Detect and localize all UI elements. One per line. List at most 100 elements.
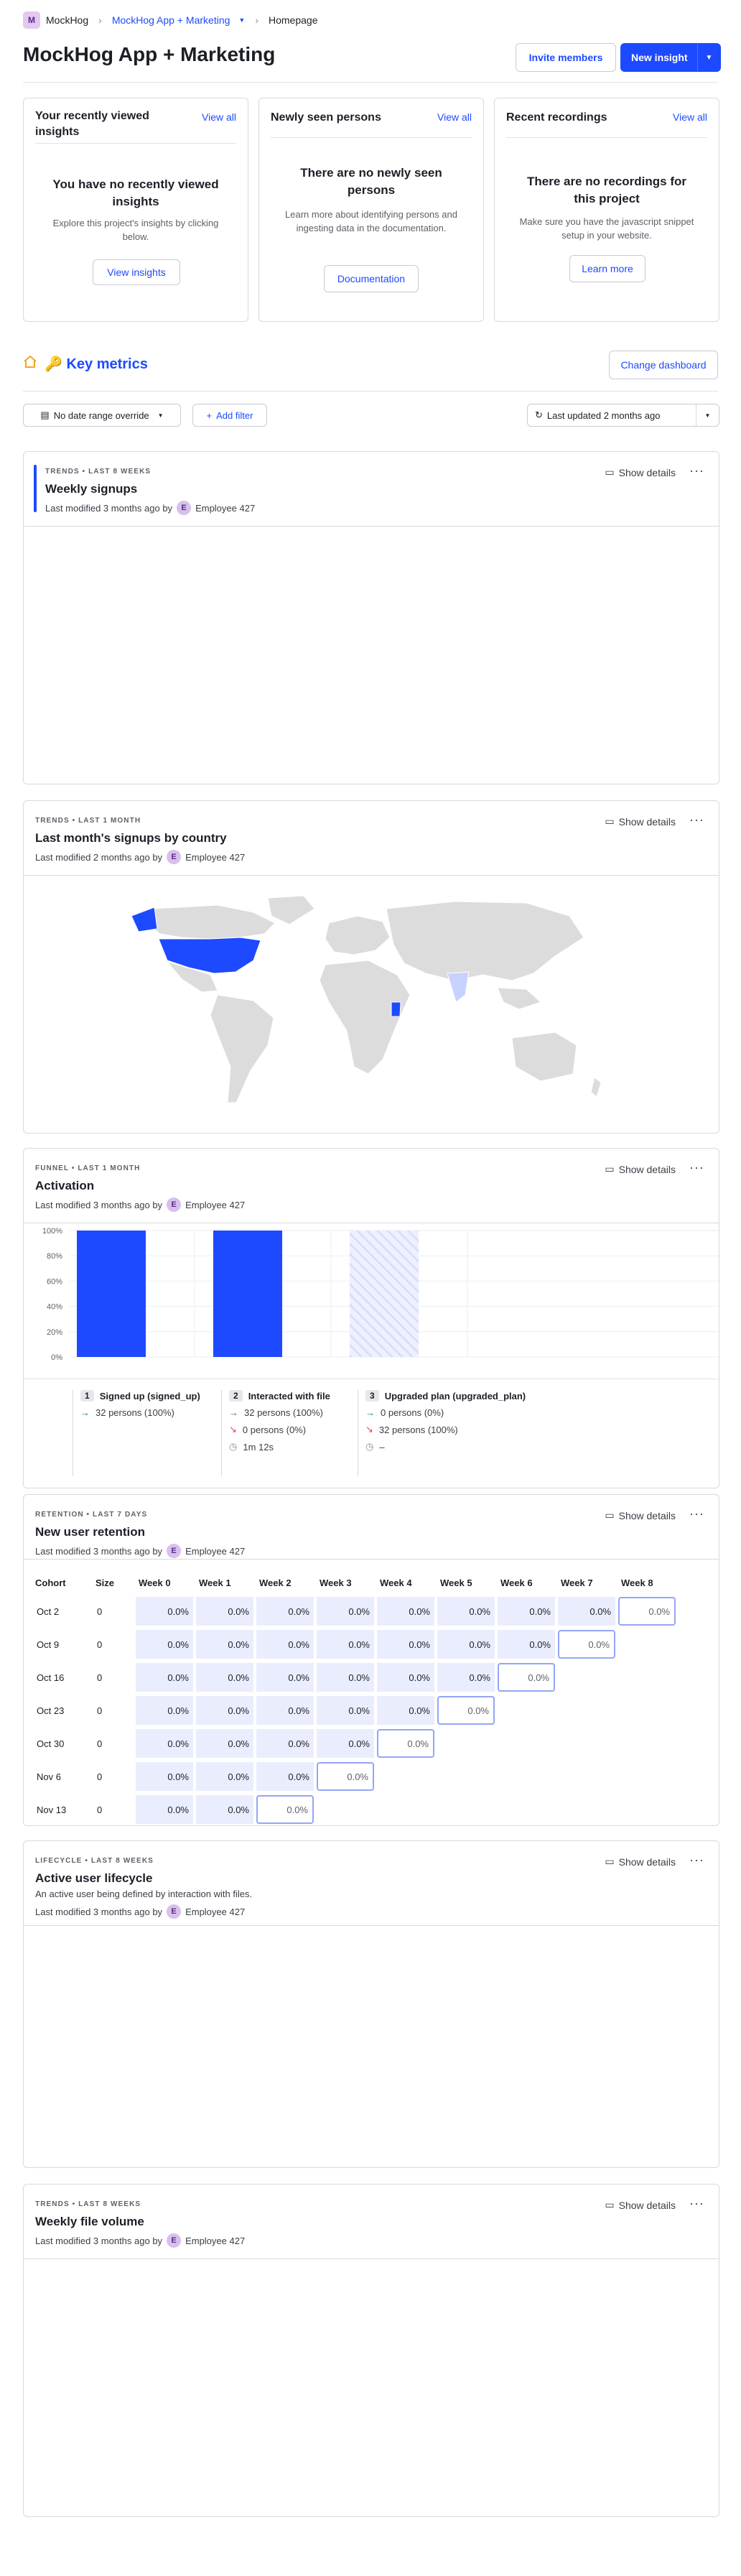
retention-cell[interactable]: 0.0% (437, 1696, 495, 1725)
table-row[interactable]: Oct 23 0 0.0% 0.0% 0.0% 0.0% 0.0% 0.0% (32, 1696, 676, 1725)
retention-cell[interactable]: 0.0% (437, 1597, 495, 1626)
retention-cell[interactable]: 0.0% (377, 1630, 434, 1659)
retention-cell[interactable]: 0.0% (136, 1597, 193, 1626)
dashboard-name[interactable]: 🔑 Key metrics (45, 355, 148, 373)
more-menu-icon[interactable]: ··· (689, 2196, 704, 2211)
converted-count[interactable]: 0 persons (0%) (381, 1407, 444, 1418)
retention-cell[interactable]: 0.0% (377, 1729, 434, 1758)
map-region-new-zealand[interactable] (590, 1077, 602, 1098)
view-all-link[interactable]: View all (437, 111, 472, 123)
retention-cell[interactable]: 0.0% (136, 1729, 193, 1758)
funnel-bar[interactable] (77, 1231, 146, 1357)
map-region-kenya[interactable] (391, 1001, 401, 1017)
table-row[interactable]: Nov 6 0 0.0% 0.0% 0.0% 0.0% (32, 1762, 676, 1791)
insight-name[interactable]: Weekly file volume (35, 2215, 144, 2229)
learn-more-button[interactable]: Learn more (569, 255, 646, 282)
add-filter-button[interactable]: + Add filter (192, 404, 267, 427)
insight-name[interactable]: Last month's signups by country (35, 831, 227, 845)
retention-cell[interactable]: 0.0% (317, 1762, 374, 1791)
map-region-asia[interactable] (386, 901, 584, 981)
table-row[interactable]: Oct 9 0 0.0% 0.0% 0.0% 0.0% 0.0% 0.0% 0.0% 0.0% (32, 1630, 676, 1659)
retention-cell[interactable]: 0.0% (317, 1729, 374, 1758)
dropped-count[interactable]: 0 persons (0%) (243, 1424, 306, 1435)
retention-cell[interactable]: 0.0% (437, 1630, 495, 1659)
new-insight-button[interactable]: New insight ▼ (620, 43, 721, 72)
caret-down-icon[interactable]: ▼ (696, 404, 719, 426)
breadcrumb-project[interactable]: MockHog App + Marketing (112, 14, 230, 26)
more-menu-icon[interactable]: ··· (689, 812, 704, 828)
retention-cell[interactable]: 0.0% (256, 1663, 314, 1692)
funnel-bar[interactable] (213, 1231, 282, 1357)
retention-cell[interactable]: 0.0% (317, 1630, 374, 1659)
caret-down-icon[interactable]: ▼ (238, 17, 245, 24)
show-details-button[interactable]: ▭ Show details (605, 1855, 676, 1868)
retention-cell[interactable]: 0.0% (256, 1762, 314, 1791)
retention-cell[interactable]: 0.0% (196, 1762, 253, 1791)
insight-name[interactable]: New user retention (35, 1525, 145, 1539)
insight-name[interactable]: Activation (35, 1179, 94, 1193)
show-details-button[interactable]: ▭ Show details (605, 466, 676, 478)
retention-cell[interactable]: 0.0% (256, 1795, 314, 1824)
retention-cell[interactable]: 0.0% (498, 1630, 555, 1659)
change-dashboard-button[interactable]: Change dashboard (609, 351, 718, 379)
show-details-button[interactable]: ▭ Show details (605, 2199, 676, 2211)
map-region-africa[interactable] (319, 960, 411, 1075)
retention-cell[interactable]: 0.0% (196, 1663, 253, 1692)
table-row[interactable]: Oct 2 0 0.0% 0.0% 0.0% 0.0% 0.0% 0.0% 0.0% 0.0% 0.… (32, 1597, 676, 1626)
date-range-select[interactable]: ▤ No date range override ▼ (23, 404, 181, 427)
more-menu-icon[interactable]: ··· (689, 1506, 704, 1521)
more-menu-icon[interactable]: ··· (689, 463, 704, 478)
map-region-india[interactable] (447, 971, 470, 1003)
table-row[interactable]: Oct 30 0 0.0% 0.0% 0.0% 0.0% 0.0% (32, 1729, 676, 1758)
retention-cell[interactable]: 0.0% (136, 1762, 193, 1791)
retention-cell[interactable]: 0.0% (196, 1729, 253, 1758)
org-avatar[interactable]: M (23, 11, 40, 29)
map-region-greenland[interactable] (267, 895, 315, 925)
view-all-link[interactable]: View all (202, 111, 236, 123)
caret-down-icon[interactable]: ▼ (697, 44, 720, 71)
retention-cell[interactable]: 0.0% (558, 1597, 615, 1626)
map-region-canada[interactable] (145, 904, 276, 940)
retention-cell[interactable]: 0.0% (498, 1663, 555, 1692)
retention-cell[interactable]: 0.0% (377, 1663, 434, 1692)
retention-cell[interactable]: 0.0% (377, 1696, 434, 1725)
map-region-alaska[interactable] (131, 907, 158, 932)
dropped-count[interactable]: 32 persons (100%) (379, 1424, 458, 1435)
retention-cell[interactable]: 0.0% (558, 1630, 615, 1659)
retention-cell[interactable]: 0.0% (618, 1597, 676, 1626)
map-region-se-asia[interactable] (497, 987, 541, 1010)
retention-cell[interactable]: 0.0% (136, 1696, 193, 1725)
insight-name[interactable]: Weekly signups (45, 482, 137, 496)
retention-cell[interactable]: 0.0% (256, 1729, 314, 1758)
table-row[interactable]: Oct 16 0 0.0% 0.0% 0.0% 0.0% 0.0% 0.0% 0.0% (32, 1663, 676, 1692)
retention-cell[interactable]: 0.0% (437, 1663, 495, 1692)
more-menu-icon[interactable]: ··· (689, 1160, 704, 1175)
converted-count[interactable]: 32 persons (100%) (244, 1407, 323, 1418)
insight-name[interactable]: Active user lifecycle (35, 1871, 152, 1886)
table-row[interactable]: Nov 13 0 0.0% 0.0% 0.0% (32, 1795, 676, 1824)
view-all-link[interactable]: View all (673, 111, 707, 123)
retention-cell[interactable]: 0.0% (377, 1597, 434, 1626)
breadcrumb-org[interactable]: MockHog (46, 14, 88, 26)
retention-cell[interactable]: 0.0% (136, 1663, 193, 1692)
view-insights-button[interactable]: View insights (93, 259, 180, 285)
map-region-australia[interactable] (511, 1032, 577, 1082)
more-menu-icon[interactable]: ··· (689, 1853, 704, 1868)
show-details-button[interactable]: ▭ Show details (605, 1509, 676, 1521)
show-details-button[interactable]: ▭ Show details (605, 1163, 676, 1175)
retention-cell[interactable]: 0.0% (136, 1795, 193, 1824)
retention-cell[interactable]: 0.0% (256, 1630, 314, 1659)
last-updated-button[interactable]: ↻ Last updated 2 months ago ▼ (527, 404, 719, 427)
retention-cell[interactable]: 0.0% (196, 1696, 253, 1725)
retention-cell[interactable]: 0.0% (196, 1630, 253, 1659)
retention-cell[interactable]: 0.0% (256, 1597, 314, 1626)
documentation-button[interactable]: Documentation (324, 265, 419, 292)
retention-cell[interactable]: 0.0% (196, 1597, 253, 1626)
converted-count[interactable]: 32 persons (100%) (95, 1407, 174, 1418)
retention-cell[interactable]: 0.0% (196, 1795, 253, 1824)
invite-members-button[interactable]: Invite members (516, 43, 616, 72)
world-map[interactable] (110, 894, 627, 1124)
retention-cell[interactable]: 0.0% (317, 1597, 374, 1626)
map-region-south-america[interactable] (210, 994, 274, 1103)
retention-cell[interactable]: 0.0% (317, 1696, 374, 1725)
